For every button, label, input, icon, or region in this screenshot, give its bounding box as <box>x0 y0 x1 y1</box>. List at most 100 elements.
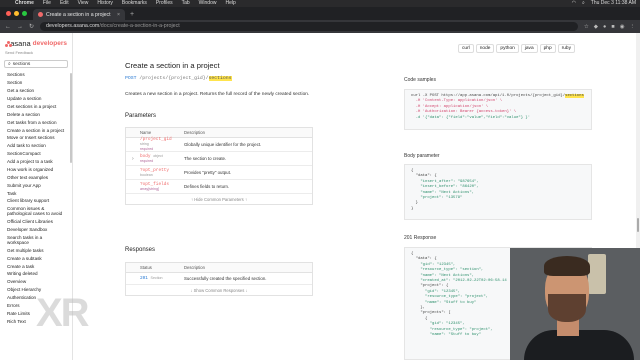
nav-item[interactable]: Get tasks from a section <box>0 118 72 126</box>
param-description: The section to create. <box>184 156 227 161</box>
menu-edit[interactable]: Edit <box>60 0 69 7</box>
code-samples-label: Code samples <box>404 77 436 83</box>
back-icon[interactable]: ← <box>5 24 11 30</box>
window-controls <box>0 11 33 20</box>
more-menu-icon[interactable]: ⋮ <box>630 24 636 30</box>
menu-app-name[interactable]: Chrome <box>15 0 34 7</box>
close-window-icon[interactable] <box>6 11 11 16</box>
responses-heading: Responses <box>125 247 156 253</box>
param-name: /project_gid string required <box>140 137 172 151</box>
header-status: Status <box>140 265 152 270</box>
menu-tab[interactable]: Tab <box>182 0 190 7</box>
nav-item[interactable]: Delete a section <box>0 110 72 118</box>
url-domain: developers.asana.com <box>46 23 100 29</box>
extension-icon[interactable]: ■ <box>611 24 614 30</box>
lang-java-button[interactable]: java <box>520 44 538 53</box>
hide-common-parameters-link[interactable]: ↑ Hide Common Parameters ↑ <box>126 194 312 204</box>
nav-item[interactable]: Create a task <box>0 262 72 270</box>
show-common-responses-link[interactable]: ↓ Show Common Responses ↓ <box>126 285 312 295</box>
table-row[interactable]: › body object required The section to cre… <box>126 152 312 166</box>
nav-item[interactable]: Update a section <box>0 95 72 103</box>
extension-icon[interactable]: ◆ <box>594 24 598 30</box>
extension-icon[interactable]: ● <box>603 24 606 30</box>
lang-node-button[interactable]: node <box>475 44 495 53</box>
asana-logo-icon <box>5 40 12 47</box>
menu-view[interactable]: View <box>78 0 89 7</box>
send-feedback-link[interactable]: Send Feedback <box>0 50 72 58</box>
menu-help[interactable]: Help <box>225 0 235 7</box>
mac-menubar: Chrome File Edit View History Bookmarks … <box>0 0 640 7</box>
menu-bookmarks[interactable]: Bookmarks <box>122 0 147 7</box>
presenter-hair <box>544 256 590 276</box>
lang-curl-button[interactable]: curl <box>458 44 474 53</box>
nav-item[interactable]: Writing deleted <box>0 270 72 278</box>
nav-item[interactable]: Client library support <box>0 197 72 205</box>
nav-item[interactable]: Add a project to a task <box>0 158 72 166</box>
profile-avatar[interactable]: ◉ <box>620 24 625 30</box>
nav-item[interactable]: How work is organized <box>0 166 72 174</box>
nav-item[interactable]: Task <box>0 189 72 197</box>
menu-window[interactable]: Window <box>199 0 217 7</box>
endpoint-base: /projects/{project_gid}/ <box>139 76 209 81</box>
url-field[interactable]: developers.asana.com/docs/create-a-secti… <box>40 22 578 31</box>
nav-item[interactable]: Overview <box>0 278 72 286</box>
browser-tabbar: Create a section in a project × + <box>0 7 640 20</box>
search-input[interactable]: ⌕ sections <box>4 60 68 68</box>
nav-item[interactable]: Move or Insert sections <box>0 134 72 142</box>
table-header: Status Description <box>126 263 312 273</box>
nav-item[interactable]: Search tasks in a workspace <box>0 234 72 247</box>
scrollbar-thumb[interactable] <box>637 218 639 232</box>
lang-python-button[interactable]: python <box>496 44 519 53</box>
nav-item[interactable]: SectionCompact <box>0 150 72 158</box>
nav-item[interactable]: Create a section in a project <box>0 126 72 134</box>
language-selector: curl node python java php ruby <box>458 44 575 53</box>
minimize-window-icon[interactable] <box>14 11 19 16</box>
sidebar-scrollbar[interactable] <box>70 73 72 163</box>
reload-icon[interactable]: ↻ <box>29 23 34 30</box>
header-description: Description <box>184 130 205 135</box>
lang-php-button[interactable]: php <box>539 44 556 53</box>
bookmark-star-icon[interactable]: ☆ <box>584 24 589 30</box>
nav-item[interactable]: Get sections in a project <box>0 103 72 111</box>
lang-ruby-button[interactable]: ruby <box>557 44 575 53</box>
nav-item[interactable]: Add task to section <box>0 142 72 150</box>
expand-chevron-icon[interactable]: › <box>132 156 134 162</box>
search-icon: ⌕ <box>8 62 11 67</box>
param-name: body object required <box>140 153 163 163</box>
nav-item[interactable]: Get multiple tasks <box>0 246 72 254</box>
clock[interactable]: Thu Dec 3 11:38 AM <box>591 0 636 7</box>
parameters-heading: Parameters <box>125 113 157 119</box>
header-description: Description <box>184 265 205 270</box>
nav-item[interactable]: Submit your App <box>0 181 72 189</box>
close-tab-icon[interactable]: × <box>117 12 120 18</box>
nav-item[interactable]: Sections <box>0 71 72 79</box>
nav-item[interactable]: Developer Sandbox <box>0 226 72 234</box>
nav-item[interactable]: Get a section <box>0 87 72 95</box>
menu-profiles[interactable]: Profiles <box>156 0 173 7</box>
extensions-area: ☆ ◆ ● ■ ◉ ⋮ <box>584 24 635 30</box>
param-description: Provides "pretty" output. <box>184 170 232 175</box>
webcam-lamp <box>588 254 606 294</box>
responses-table: Status Description 201 Section Successfu… <box>125 262 313 296</box>
menu-file[interactable]: File <box>43 0 51 7</box>
table-row: ?opt_fields array[string] Defines fields … <box>126 180 312 194</box>
nav-item[interactable]: Official Client Libraries <box>0 218 72 226</box>
search-icon[interactable]: ⌕ <box>582 0 585 7</box>
curl-code-block[interactable]: curl -X POST https://app.asana.com/api/1… <box>404 89 592 130</box>
parameters-table: Name Description /project_gid string requ… <box>125 127 313 205</box>
forward-icon[interactable]: → <box>17 24 23 30</box>
nav-item[interactable]: Create a subtask <box>0 254 72 262</box>
zoom-window-icon[interactable] <box>22 11 27 16</box>
browser-tab[interactable]: Create a section in a project × <box>33 9 125 20</box>
nav-item[interactable]: Section <box>0 79 72 87</box>
nav-item[interactable]: Common issues & pathological cases to av… <box>0 205 72 218</box>
nav-item[interactable]: Other text examples <box>0 173 72 181</box>
new-tab-button[interactable]: + <box>125 11 139 20</box>
menu-history[interactable]: History <box>97 0 113 7</box>
sidebar-nav: Sections Section Get a section Update a … <box>0 71 72 325</box>
body-code-block[interactable]: { "data": { "insert_after": "987654", "i… <box>404 164 592 220</box>
table-row: /project_gid string required Globally uni… <box>126 137 312 152</box>
wifi-icon[interactable]: ◠ <box>572 0 576 7</box>
header-name: Name <box>140 130 152 135</box>
asana-logo[interactable]: asana developers <box>0 33 72 50</box>
